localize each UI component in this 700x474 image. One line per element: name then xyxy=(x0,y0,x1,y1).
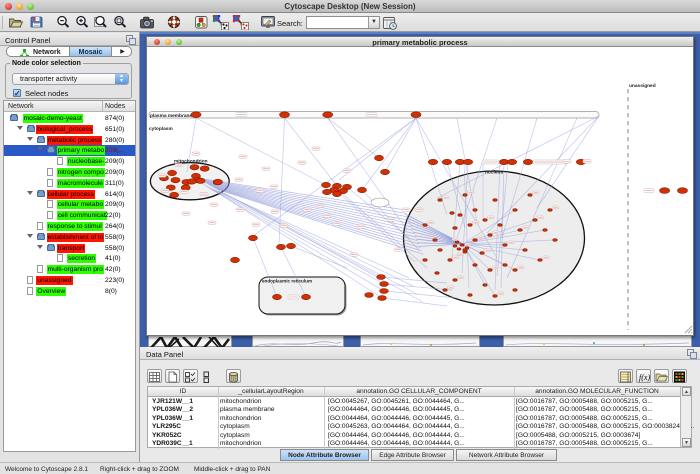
svg-text:cytoplasm: cytoplasm xyxy=(149,126,173,132)
svg-text:endoplasmic reticulum: endoplasmic reticulum xyxy=(262,279,312,284)
svg-text:unassigned: unassigned xyxy=(629,83,656,89)
svg-text:f(x): f(x) xyxy=(639,373,650,382)
svg-text:plasma membrane: plasma membrane xyxy=(150,113,192,119)
svg-text:nucleus: nucleus xyxy=(485,170,503,176)
